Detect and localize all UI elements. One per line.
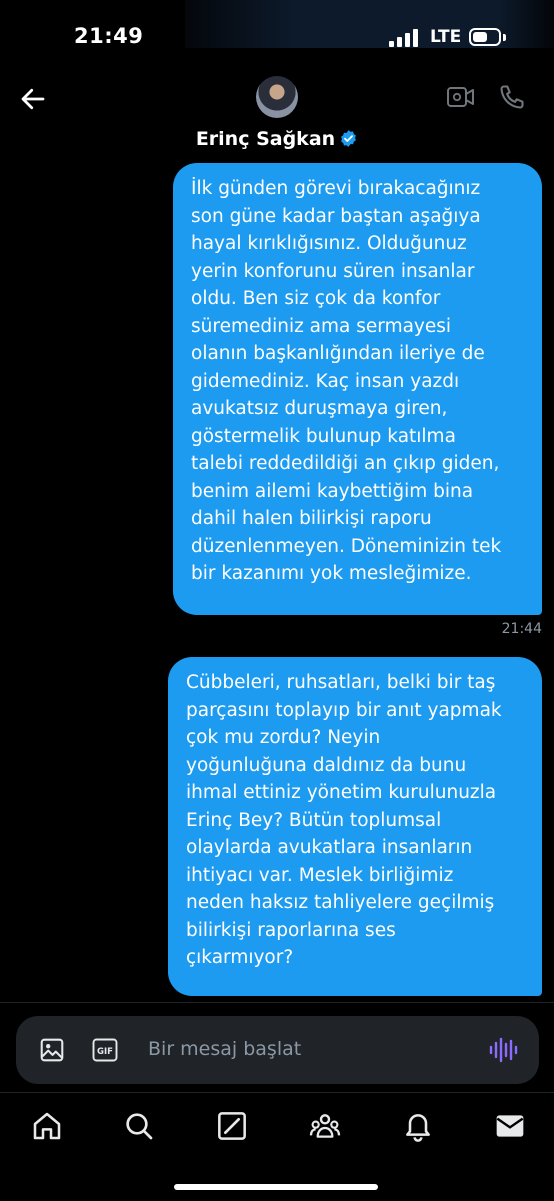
back-arrow-icon[interactable] — [18, 84, 48, 114]
notifications-icon[interactable] — [402, 1110, 434, 1142]
signal-icon — [389, 29, 421, 47]
network-label: LTE — [430, 27, 462, 47]
status-time: 21:49 — [74, 24, 144, 48]
image-icon[interactable] — [39, 1037, 65, 1063]
search-icon[interactable] — [123, 1110, 155, 1142]
verified-badge-icon — [341, 130, 357, 147]
communities-icon[interactable] — [309, 1110, 341, 1142]
composer: GIF Bir mesaj başlat — [16, 1016, 539, 1084]
conversation-header: Erinç Sağkan — [0, 70, 554, 162]
contact-name[interactable]: Erinç Sağkan — [0, 128, 554, 150]
message-input[interactable]: Bir mesaj başlat — [148, 1038, 301, 1060]
video-call-icon[interactable] — [446, 84, 476, 110]
battery-icon — [469, 28, 501, 46]
gif-icon[interactable]: GIF — [92, 1038, 118, 1062]
contact-name-text: Erinç Sağkan — [195, 128, 336, 150]
grok-icon[interactable] — [216, 1110, 248, 1142]
home-icon[interactable] — [31, 1110, 63, 1142]
message-timestamp: 21:44 — [501, 621, 542, 637]
status-bar: 21:49 LTE — [0, 0, 554, 70]
message-bubble-outgoing[interactable]: Cübbeleri, ruhsatları, belki bir taş par… — [168, 657, 542, 996]
messages-icon[interactable] — [494, 1110, 526, 1142]
composer-area: GIF Bir mesaj başlat — [0, 1002, 554, 1093]
phone-call-icon[interactable] — [498, 83, 526, 111]
avatar[interactable] — [256, 76, 298, 118]
voice-message-icon[interactable] — [488, 1036, 518, 1064]
message-bubble-outgoing[interactable]: İlk günden görevi bırakacağınız son güne… — [173, 163, 542, 615]
svg-text:GIF: GIF — [97, 1047, 113, 1057]
battery-tip — [503, 34, 506, 41]
home-indicator — [174, 1184, 378, 1190]
